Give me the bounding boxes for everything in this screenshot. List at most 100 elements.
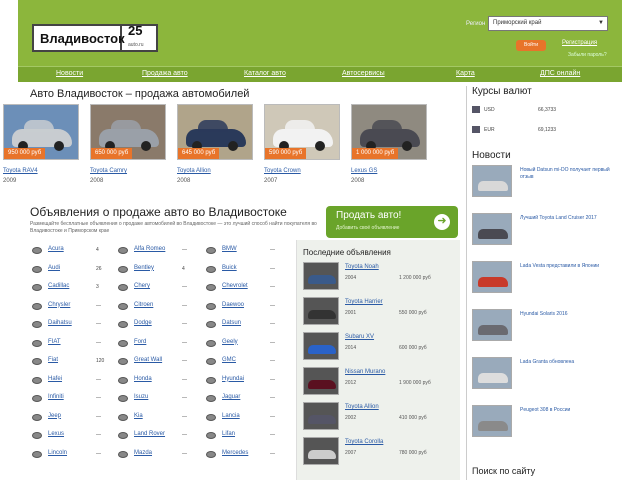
news-item[interactable]: Lada Vesta представили в Японии (472, 261, 612, 297)
brand-link[interactable]: Daihatsu (48, 320, 72, 326)
brand-link[interactable]: Hyundai (222, 376, 244, 382)
brand-count: — (182, 339, 187, 346)
news-headline[interactable]: Лучший Toyota Land Cruiser 2017 (520, 215, 610, 222)
forgot-password-link[interactable]: Забыли пароль? (568, 52, 607, 58)
brand-link[interactable]: Daewoo (222, 302, 244, 308)
site-logo[interactable]: Владивосток 25 auto.ru (32, 24, 158, 52)
brand-link[interactable]: Jaguar (222, 394, 240, 400)
latest-ad-name[interactable]: Toyota Noah (345, 264, 379, 270)
brand-link[interactable]: Infiniti (48, 394, 64, 400)
sell-car-button[interactable]: Продать авто! Добавить своё объявление ➜ (326, 206, 458, 238)
news-headline[interactable]: Peugeot 308 в России (520, 407, 610, 414)
column-divider (466, 86, 467, 480)
brand-count: — (270, 395, 275, 401)
brand-link[interactable]: Lexus (48, 431, 64, 437)
brand-link[interactable]: BMW (222, 246, 237, 252)
featured-car-card[interactable]: 645 000 руб (177, 104, 253, 160)
nav-item-map[interactable]: Карта (456, 70, 475, 77)
news-headline[interactable]: Lada Granta обновлена (520, 359, 610, 366)
news-title: Новости (472, 150, 511, 161)
brand-count: 4 (96, 247, 99, 253)
latest-ad-name[interactable]: Toyota Harrier (345, 299, 383, 305)
brand-link[interactable]: Citroen (134, 302, 153, 308)
latest-ad-row[interactable]: Toyota Noah 2004 1 200 000 руб (303, 262, 453, 292)
latest-ad-row[interactable]: Toyota Allion 2002 410 000 руб (303, 402, 453, 432)
latest-ad-name[interactable]: Toyota Allion (345, 404, 379, 410)
brand-link[interactable]: Mercedes (222, 450, 248, 456)
featured-car-card[interactable]: 650 000 руб (90, 104, 166, 160)
featured-car-year: 2008 (177, 178, 191, 184)
brand-link[interactable]: Alfa Romeo (134, 246, 165, 252)
brand-logo-icon (206, 413, 216, 421)
nav-item-news[interactable]: Новости (56, 70, 83, 77)
brand-link[interactable]: Ford (134, 339, 146, 345)
brand-link[interactable]: GMC (222, 357, 236, 363)
news-item[interactable]: Лучший Toyota Land Cruiser 2017 (472, 213, 612, 249)
brand-link[interactable]: Lincoln (48, 450, 67, 456)
brand-link[interactable]: Kia (134, 413, 143, 419)
brand-link[interactable]: Jeep (48, 413, 61, 419)
featured-car-name[interactable]: Toyota Allion (177, 168, 211, 174)
currency-rate-row: EUR 69,1233 (472, 124, 612, 138)
news-headline[interactable]: Hyundai Solaris 2016 (520, 311, 610, 318)
latest-ad-row[interactable]: Toyota Corolla 2007 780 000 руб (303, 437, 453, 467)
featured-car-card[interactable]: 950 000 руб (3, 104, 79, 160)
brand-link[interactable]: Chevrolet (222, 283, 248, 289)
featured-car-name[interactable]: Lexus GS (351, 168, 377, 174)
featured-car-name[interactable]: Toyota RAV4 (3, 168, 38, 174)
brand-logo-icon (32, 413, 42, 421)
brand-link[interactable]: Isuzu (134, 394, 148, 400)
region-select[interactable]: Приморский край ▼ (488, 16, 608, 31)
brand-logo-icon (32, 321, 42, 328)
latest-ad-price: 1 900 000 руб (399, 380, 431, 386)
latest-ad-name[interactable]: Nissan Murano (345, 369, 385, 375)
featured-car-name[interactable]: Toyota Crown (264, 168, 301, 174)
brand-logo-icon (32, 395, 42, 402)
nav-item-services[interactable]: Автосервисы (342, 70, 385, 77)
latest-ad-name[interactable]: Toyota Corolla (345, 439, 383, 445)
brand-link[interactable]: Lifan (222, 431, 235, 437)
brand-link[interactable]: Chrysler (48, 302, 70, 308)
brand-count: — (96, 432, 101, 438)
latest-ad-row[interactable]: Subaru XV 2014 600 000 руб (303, 332, 453, 362)
login-button[interactable]: Войти (516, 40, 546, 51)
brand-count: — (182, 432, 187, 438)
news-headline[interactable]: Lada Vesta представили в Японии (520, 263, 610, 270)
brand-link[interactable]: Great Wall (134, 357, 162, 363)
latest-ad-photo (303, 402, 339, 430)
brand-link[interactable]: Hafei (48, 376, 62, 382)
brand-logo-icon (206, 321, 216, 328)
brand-link[interactable]: Chery (134, 283, 150, 289)
brand-link[interactable]: Cadillac (48, 283, 69, 289)
brand-link[interactable]: Bentley (134, 265, 154, 271)
brand-link[interactable]: Land Rover (134, 431, 165, 437)
brand-link[interactable]: Dodge (134, 320, 152, 326)
latest-ad-row[interactable]: Nissan Murano 2012 1 900 000 руб (303, 367, 453, 397)
brand-link[interactable]: Honda (134, 376, 152, 382)
brand-link[interactable]: Audi (48, 265, 60, 271)
latest-ad-name[interactable]: Subaru XV (345, 334, 374, 340)
brand-count: — (270, 358, 275, 364)
register-link[interactable]: Регистрация (562, 40, 597, 46)
featured-car-name[interactable]: Toyota Camry (90, 168, 127, 174)
latest-ad-row[interactable]: Toyota Harrier 2001 550 000 руб (303, 297, 453, 327)
news-item[interactable]: Peugeot 308 в России (472, 405, 612, 441)
news-headline[interactable]: Новый Datsun mi-DO получает первый отзыв (520, 167, 610, 181)
news-item[interactable]: Новый Datsun mi-DO получает первый отзыв (472, 165, 612, 201)
brand-link[interactable]: Fiat (48, 357, 58, 363)
brand-link[interactable]: Mazda (134, 450, 152, 456)
brand-link[interactable]: Buick (222, 265, 237, 271)
brand-link[interactable]: Acura (48, 246, 64, 252)
nav-item-catalog[interactable]: Каталог авто (244, 70, 286, 77)
news-item[interactable]: Lada Granta обновлена (472, 357, 612, 393)
brand-link[interactable]: FIAT (48, 339, 61, 345)
brand-link[interactable]: Datsun (222, 320, 241, 326)
news-item[interactable]: Hyundai Solaris 2016 (472, 309, 612, 345)
nav-item-dps[interactable]: ДПС онлайн (540, 70, 580, 77)
brand-link[interactable]: Geely (222, 339, 238, 345)
brand-link[interactable]: Lancia (222, 413, 240, 419)
featured-car-card[interactable]: 590 000 руб (264, 104, 340, 160)
brand-count: — (96, 450, 101, 457)
featured-car-card[interactable]: 1 000 000 руб (351, 104, 427, 160)
nav-item-sale[interactable]: Продажа авто (142, 70, 188, 77)
